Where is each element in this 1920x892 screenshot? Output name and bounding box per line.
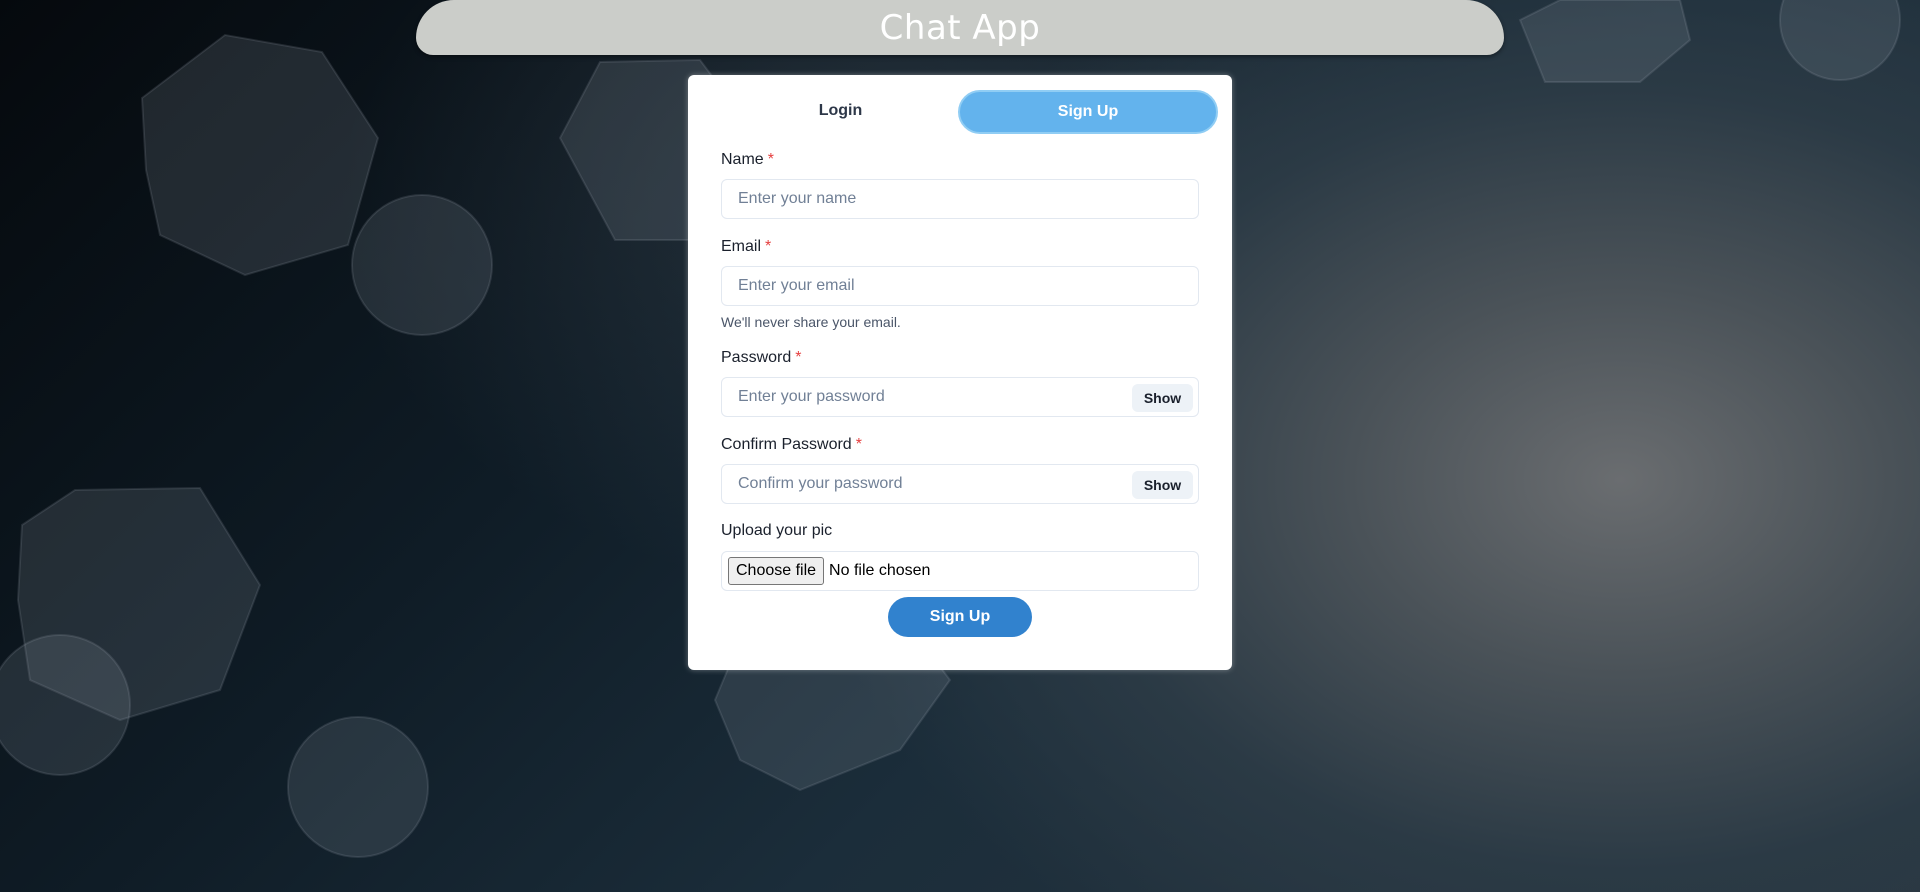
password-label: Password * (721, 349, 801, 367)
hexagon-shape (140, 33, 380, 277)
file-upload-field: Choose file No file chosen (721, 551, 1199, 591)
auth-card: Login Sign Up Name* Email* We'll never s… (688, 75, 1232, 670)
app-title: Chat App (879, 7, 1041, 48)
required-asterisk: * (855, 436, 862, 453)
password-field-wrapper: Show (721, 377, 1199, 417)
choose-file-button[interactable]: Choose file (728, 557, 825, 585)
email-helper-text: We'll never share your email. (721, 314, 901, 330)
password-input[interactable] (722, 378, 1122, 416)
name-input[interactable] (722, 180, 1198, 218)
required-asterisk: * (767, 151, 774, 168)
password-label-text: Password (721, 349, 792, 366)
required-asterisk: * (765, 238, 772, 255)
bokeh-circle (0, 634, 131, 776)
bokeh-circle (1779, 0, 1901, 81)
tab-signup[interactable]: Sign Up (958, 90, 1218, 134)
required-asterisk: * (795, 349, 802, 366)
upload-label: Upload your pic (721, 522, 833, 539)
app-header: Chat App (416, 0, 1504, 55)
password-show-button[interactable]: Show (1132, 384, 1193, 412)
confirm-password-label-text: Confirm Password (721, 436, 852, 453)
email-field-wrapper (721, 266, 1199, 306)
email-input[interactable] (722, 267, 1198, 305)
hexagon-shape (1518, 0, 1692, 83)
confirm-password-field-wrapper: Show (721, 464, 1199, 504)
name-label: Name * (721, 151, 774, 169)
email-label: Email * (721, 238, 771, 256)
name-label-text: Name (721, 151, 764, 168)
name-field-wrapper (721, 179, 1199, 219)
signup-submit-button[interactable]: Sign Up (888, 597, 1032, 637)
email-label-text: Email (721, 238, 762, 255)
confirm-password-show-button[interactable]: Show (1132, 471, 1193, 499)
tab-login[interactable]: Login (713, 90, 968, 132)
file-status-text: No file chosen (829, 562, 931, 579)
confirm-password-label: Confirm Password * (721, 436, 862, 454)
bokeh-circle (351, 194, 493, 336)
bokeh-circle (287, 716, 429, 858)
confirm-password-input[interactable] (722, 465, 1122, 503)
